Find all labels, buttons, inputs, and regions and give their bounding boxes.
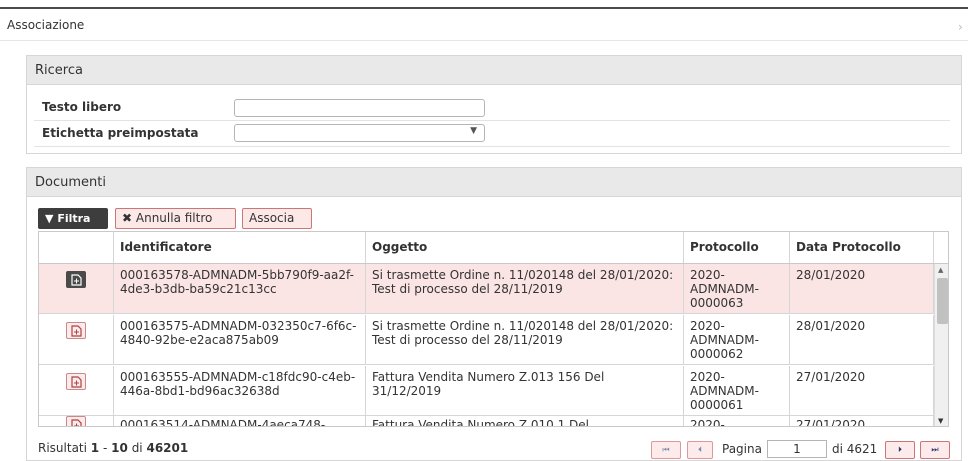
icon-cell — [39, 414, 114, 426]
close-x-icon: ✖ — [122, 211, 133, 225]
ricerca-header: Ricerca — [27, 56, 961, 85]
column-header-icon — [39, 232, 114, 263]
document-icon[interactable] — [66, 271, 86, 288]
data-cell: 28/01/2020 — [790, 264, 934, 314]
background-app-strip — [0, 0, 968, 9]
scrollbar-thumb[interactable] — [937, 278, 948, 324]
results-range-end: 10 — [111, 441, 128, 455]
icon-cell — [39, 366, 114, 416]
table-row[interactable]: 000163575-ADMNADM-032350c7-6f6c-4840-92b… — [39, 315, 934, 365]
prev-page-button[interactable]: ⏴ — [687, 441, 713, 459]
oggetto-cell: Fattura Vendita Numero Z.013 156 Del 31/… — [366, 366, 684, 416]
close-icon[interactable]: › — [958, 20, 963, 34]
document-icon[interactable] — [66, 416, 86, 426]
icon-cell — [39, 264, 114, 314]
column-header-protocollo[interactable]: Protocollo — [684, 232, 790, 263]
dialog-title: Associazione — [7, 18, 85, 32]
annulla-filtro-label: Annulla filtro — [135, 211, 213, 225]
results-total: 46201 — [146, 441, 189, 455]
testo-libero-input[interactable] — [234, 99, 485, 117]
results-di: di — [131, 441, 143, 455]
associa-button[interactable]: Associa — [242, 208, 312, 229]
oggetto-cell: Fattura Vendita Numero Z.010 1 Del — [366, 414, 684, 426]
protocollo-cell: 2020-ADMNADM-0000063 — [684, 264, 790, 314]
protocollo-cell: 2020-ADMNADM-0000062 — [684, 315, 790, 365]
data-cell: 27/01/2020 — [790, 414, 934, 426]
column-header-identificatore[interactable]: Identificatore — [114, 232, 366, 263]
pagina-label: Pagina — [722, 442, 762, 456]
field-divider — [34, 120, 950, 121]
protocollo-cell: 2020- — [684, 414, 790, 426]
identificatore-cell: 000163514-ADMNADM-4aeca748- — [114, 414, 366, 426]
icon-cell — [39, 315, 114, 365]
chevron-down-icon: ▼ — [470, 126, 477, 136]
data-cell: 27/01/2020 — [790, 366, 934, 416]
table-row[interactable]: 000163514-ADMNADM-4aeca748- Fattura Vend… — [39, 414, 934, 426]
column-header-data-protocollo[interactable]: Data Protocollo — [790, 232, 934, 263]
results-range-separator: - — [102, 441, 108, 455]
last-page-button[interactable]: ⏭ — [920, 441, 950, 459]
results-summary: Risultati 1 - 10 di 46201 — [38, 441, 188, 455]
first-page-button[interactable]: ⏮ — [651, 441, 681, 459]
document-icon[interactable] — [66, 373, 86, 390]
testo-libero-label: Testo libero — [42, 100, 122, 114]
oggetto-cell: Si trasmette Ordine n. 11/020148 del 28/… — [366, 264, 684, 314]
results-prefix: Risultati — [38, 441, 87, 455]
field-divider — [34, 146, 950, 147]
results-range-start: 1 — [90, 441, 100, 455]
table-row[interactable]: 000163578-ADMNADM-5bb790f9-aa2f-4de3-b3d… — [39, 264, 934, 314]
dialog-divider — [0, 40, 968, 41]
document-icon[interactable] — [66, 322, 86, 339]
table-scrollbar[interactable]: ▲ ▼ — [934, 264, 948, 426]
page-number-input[interactable]: 1 — [767, 440, 827, 458]
scroll-up-icon[interactable]: ▲ — [938, 266, 943, 274]
filter-icon: ▼ — [45, 212, 54, 225]
identificatore-cell: 000163578-ADMNADM-5bb790f9-aa2f-4de3-b3d… — [114, 264, 366, 314]
identificatore-cell: 000163575-ADMNADM-032350c7-6f6c-4840-92b… — [114, 315, 366, 365]
identificatore-cell: 000163555-ADMNADM-c18fdc90-c4eb-446a-8bd… — [114, 366, 366, 416]
table-row[interactable]: 000163555-ADMNADM-c18fdc90-c4eb-446a-8bd… — [39, 366, 934, 416]
data-cell: 28/01/2020 — [790, 315, 934, 365]
filtra-button[interactable]: ▼ Filtra — [38, 208, 108, 229]
etichetta-label: Etichetta preimpostata — [42, 126, 199, 140]
filtra-label: Filtra — [57, 212, 91, 225]
next-page-button[interactable]: ⏵ — [885, 441, 915, 459]
annulla-filtro-button[interactable]: ✖ Annulla filtro — [115, 208, 236, 229]
documents-table: Identificatore Oggetto Protocollo Data P… — [38, 231, 949, 427]
protocollo-cell: 2020-ADMNADM-0000061 — [684, 366, 790, 416]
documenti-header: Documenti — [27, 168, 961, 197]
oggetto-cell: Si trasmette Ordine n. 11/020148 del 28/… — [366, 315, 684, 365]
column-header-oggetto[interactable]: Oggetto — [366, 232, 684, 263]
scroll-down-icon[interactable]: ▼ — [938, 417, 943, 425]
table-header: Identificatore Oggetto Protocollo Data P… — [39, 232, 948, 264]
total-pages-label: di 4621 — [832, 442, 878, 456]
etichetta-select[interactable]: ▼ — [234, 124, 485, 142]
